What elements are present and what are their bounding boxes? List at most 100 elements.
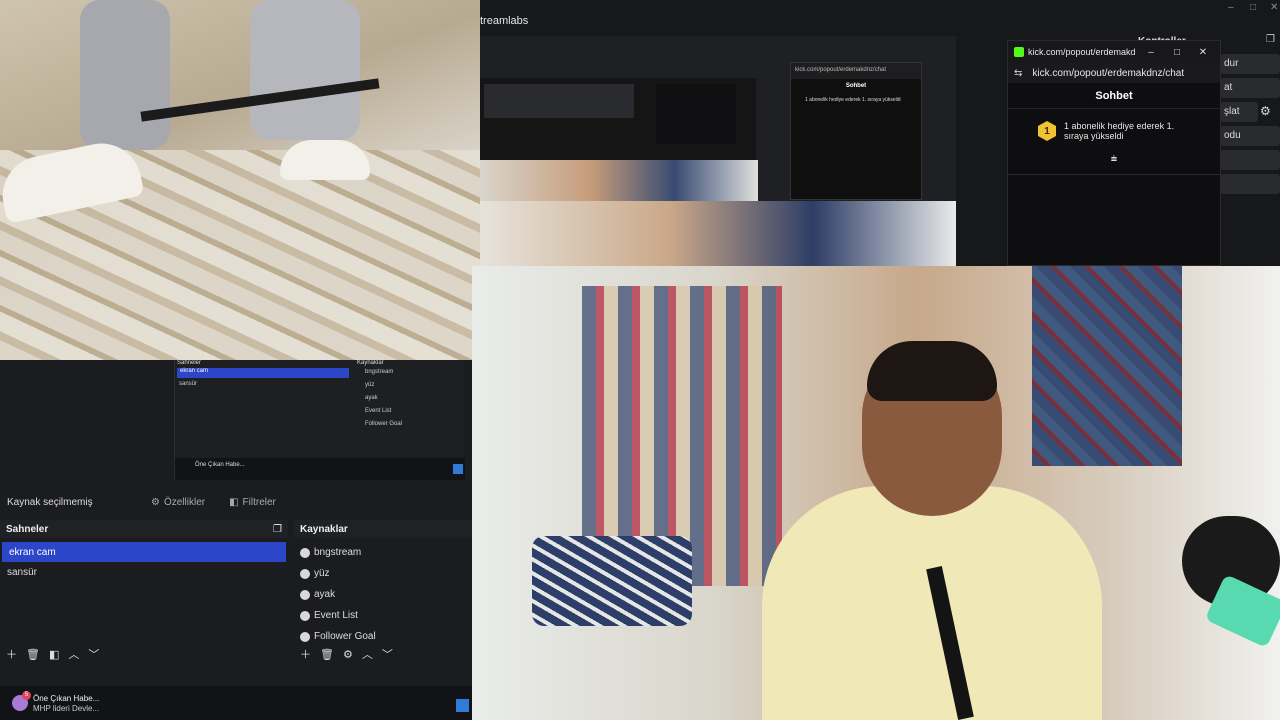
remove-icon[interactable]: 🗑 bbox=[26, 648, 40, 661]
source-item-event-list[interactable]: Event List bbox=[294, 605, 472, 626]
control-mode-button[interactable]: odu bbox=[1220, 126, 1280, 146]
chat-urlbar: ⇆ kick.com/popout/erdemakdnz/chat bbox=[1008, 63, 1220, 83]
add-icon[interactable]: ＋ bbox=[6, 646, 17, 662]
scenes-list: ekran cam sansür bbox=[0, 538, 288, 582]
mini-source-item[interactable]: ayak bbox=[365, 395, 378, 401]
mini-news-headline: Öne Çıkan Habe... bbox=[195, 462, 245, 468]
scene-item-sansur[interactable]: sansür bbox=[0, 562, 288, 582]
site-settings-icon[interactable]: ⇆ bbox=[1014, 68, 1022, 79]
source-item-bngstream[interactable]: bngstream bbox=[294, 542, 472, 563]
chat-divider bbox=[1008, 174, 1220, 175]
nested-obs-preview bbox=[480, 78, 756, 160]
scene-item-ekran-cam[interactable]: ekran cam bbox=[2, 542, 286, 562]
window-minimize-button[interactable]: – bbox=[1228, 2, 1234, 13]
windows-start-icon[interactable] bbox=[455, 698, 469, 712]
source-label: yüz bbox=[314, 568, 330, 579]
webcam-feed-face bbox=[472, 266, 1280, 720]
scenes-toolbar: ＋ 🗑 ◧ ︿ ﹀ bbox=[0, 642, 99, 666]
chat-maximize-button[interactable]: □ bbox=[1166, 47, 1188, 58]
filter-icon[interactable]: ◧ bbox=[49, 648, 59, 661]
properties-button[interactable]: ⚙ Özellikler bbox=[151, 497, 205, 508]
filter-icon: ◧ bbox=[229, 496, 239, 508]
scenes-dock: Sahneler ❐ ekran cam sansür ＋ 🗑 ◧ ︿ ﹀ bbox=[0, 520, 288, 666]
filters-label: Filtreler bbox=[242, 496, 276, 508]
chat-titlebar: kick.com/popout/erdemakd... – □ ✕ bbox=[1008, 41, 1220, 63]
news-subline[interactable]: MHP lideri Devle... bbox=[33, 704, 99, 713]
nested-stream-preview bbox=[480, 160, 758, 201]
chat-message-line1: 1 abonelik hediye ederek 1. bbox=[1064, 121, 1175, 131]
studio-preview: kick.com/popout/erdemakdnz/chat Sohbet 1… bbox=[480, 36, 956, 266]
sources-title: Kaynaklar bbox=[300, 523, 348, 535]
source-toolbar: Kaynak seçilmemiş ⚙ Özellikler ◧ Filtrel… bbox=[0, 490, 472, 514]
nested-obs-docks: Sahneler Kaynaklar ekran cam sansür bngs… bbox=[174, 360, 465, 480]
filters-button[interactable]: ◧ Filtreler bbox=[229, 497, 276, 508]
add-icon[interactable]: ＋ bbox=[300, 646, 311, 662]
mini-source-item[interactable]: bngstream bbox=[365, 369, 393, 375]
source-label: bngstream bbox=[314, 547, 362, 558]
person-shirt bbox=[762, 486, 1102, 720]
source-item-yuz[interactable]: yüz bbox=[294, 563, 472, 584]
leg-right bbox=[250, 0, 360, 140]
sources-dock: Kaynaklar bngstream yüz ayak Event List … bbox=[294, 520, 472, 666]
mini-source-item[interactable]: Event List bbox=[365, 408, 391, 414]
slipper-right bbox=[280, 140, 370, 180]
window-maximize-button[interactable]: □ bbox=[1250, 2, 1256, 13]
chat-url[interactable]: kick.com/popout/erdemakdnz/chat bbox=[1032, 68, 1184, 79]
dock-popout-icon[interactable]: ❐ bbox=[273, 524, 282, 535]
control-start-button[interactable]: şlat bbox=[1220, 102, 1258, 122]
control-empty-1[interactable] bbox=[1220, 150, 1280, 170]
chat-window-title: kick.com/popout/erdemakd... bbox=[1028, 47, 1136, 57]
mini-chat-message: 1 abonelik hediye ederek 1. sıraya yükse… bbox=[805, 97, 901, 103]
mini-chat-window: kick.com/popout/erdemakdnz/chat Sohbet 1… bbox=[790, 62, 922, 200]
mini-scene-active[interactable]: ekran cam bbox=[177, 368, 349, 378]
sources-list: bngstream yüz ayak Event List Follower G… bbox=[294, 538, 472, 647]
browser-source-icon bbox=[300, 547, 310, 558]
control-record-button[interactable]: at bbox=[1220, 78, 1280, 98]
source-label: Follower Goal bbox=[314, 631, 376, 642]
scenes-title: Sahneler bbox=[6, 523, 49, 535]
stream-preview bbox=[480, 201, 956, 266]
chat-header: Sohbet bbox=[1008, 83, 1220, 109]
arrow-up-icon[interactable]: ︿ bbox=[362, 646, 373, 662]
rank-badge-icon: 1 bbox=[1038, 121, 1056, 141]
control-empty-2[interactable] bbox=[1220, 174, 1280, 194]
control-stream-button[interactable]: dur bbox=[1220, 54, 1280, 74]
mini-chat-header: Sohbet bbox=[845, 83, 867, 89]
mini-source-item[interactable]: yüz bbox=[365, 382, 374, 388]
taskbar: 5 Öne Çıkan Habe... MHP lideri Devle... bbox=[0, 686, 472, 720]
kick-logo-icon bbox=[1014, 47, 1024, 57]
source-item-ayak[interactable]: ayak bbox=[294, 584, 472, 605]
patterned-curtain bbox=[1032, 266, 1182, 466]
chat-message: 1 1 abonelik hediye ederek 1. sıraya yük… bbox=[1008, 109, 1220, 147]
remove-icon[interactable]: 🗑 bbox=[320, 648, 334, 661]
dock-popout-icon[interactable]: ❐ bbox=[1266, 34, 1275, 45]
arrow-up-icon[interactable]: ︿ bbox=[68, 646, 79, 662]
mini-taskbar: Öne Çıkan Habe... bbox=[175, 458, 465, 480]
scenes-dock-header: Sahneler ❐ bbox=[0, 520, 288, 538]
sources-toolbar: ＋ 🗑 ⚙ ︿ ﹀ bbox=[294, 642, 393, 666]
mini-scenes-title: Sahneler bbox=[177, 360, 202, 366]
mini-scene-item[interactable]: sansür bbox=[179, 381, 197, 387]
mini-source-item[interactable]: Follower Goal bbox=[365, 421, 402, 427]
camera-source-icon bbox=[300, 568, 310, 579]
mini-sources-title: Kaynaklar bbox=[357, 360, 384, 366]
kick-chat-popout: kick.com/popout/erdemakd... – □ ✕ ⇆ kick… bbox=[1007, 40, 1221, 266]
settings-gear-icon[interactable]: ⚙ bbox=[343, 648, 353, 661]
chat-minimize-button[interactable]: – bbox=[1140, 47, 1162, 58]
obs-dock-area: Sahneler Kaynaklar ekran cam sansür bngs… bbox=[0, 360, 472, 720]
scroll-to-bottom-icon[interactable]: ⩧ bbox=[1008, 153, 1220, 166]
settings-gear-icon: ⚙ bbox=[151, 496, 160, 508]
webcam-feed-feet bbox=[0, 0, 480, 360]
camera-source-icon bbox=[300, 589, 310, 600]
mini-windows-start-icon[interactable] bbox=[453, 464, 463, 474]
settings-gear-icon[interactable]: ⚙ bbox=[1260, 104, 1271, 118]
news-headline[interactable]: Öne Çıkan Habe... bbox=[33, 694, 99, 703]
chat-close-button[interactable]: ✕ bbox=[1192, 47, 1214, 58]
nested-chat bbox=[656, 84, 736, 144]
window-close-button[interactable]: ✕ bbox=[1270, 2, 1278, 13]
arrow-down-icon[interactable]: ﹀ bbox=[382, 646, 393, 662]
person-hair bbox=[867, 341, 997, 401]
browser-source-icon bbox=[300, 631, 310, 642]
streamlabs-title: treamlabs bbox=[480, 15, 529, 27]
arrow-down-icon[interactable]: ﹀ bbox=[88, 646, 99, 662]
